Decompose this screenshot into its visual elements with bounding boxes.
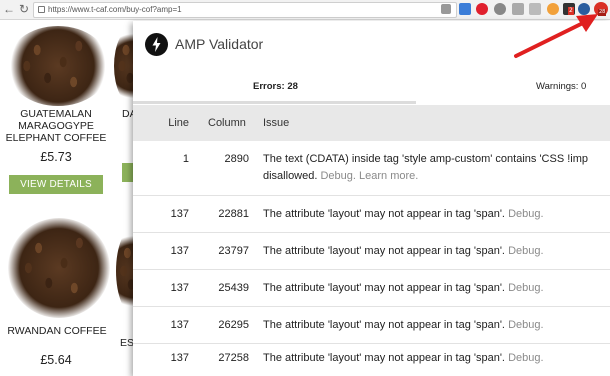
arrow-icon [514, 14, 598, 58]
